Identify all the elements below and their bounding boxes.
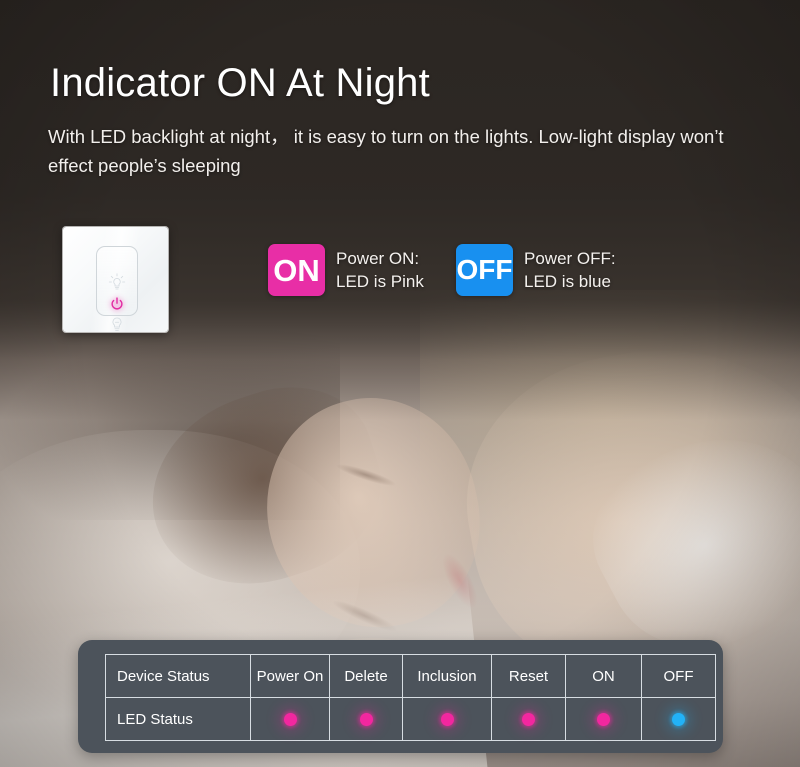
legend-off-line2: LED is blue bbox=[524, 272, 611, 291]
led-indicator-pink bbox=[597, 713, 610, 727]
table-row-led-status: LED Status bbox=[105, 697, 716, 741]
row-label-led-status: LED Status bbox=[105, 697, 251, 741]
status-table-card: Device Status Power On Delete Inclusion … bbox=[78, 640, 723, 753]
led-indicator-pink bbox=[283, 713, 297, 727]
legend-off-text: Power OFF: LED is blue bbox=[524, 247, 616, 293]
row-label-device-status: Device Status bbox=[105, 654, 251, 698]
legend-power-on: ON Power ON: LED is Pink bbox=[268, 244, 424, 296]
light-switch-panel bbox=[63, 227, 168, 332]
bulb-on-icon bbox=[108, 273, 126, 293]
led-indicator-pink bbox=[522, 713, 535, 727]
table-row-device-status: Device Status Power On Delete Inclusion … bbox=[105, 654, 716, 698]
badge-on: ON bbox=[268, 244, 325, 296]
column-header-on: ON bbox=[565, 654, 642, 698]
legend-on-line1: Power ON: bbox=[336, 249, 420, 268]
led-cell-power-on bbox=[250, 697, 330, 741]
led-status-table: Device Status Power On Delete Inclusion … bbox=[105, 654, 716, 741]
led-indicator-pink bbox=[359, 713, 373, 727]
column-header-reset: Reset bbox=[491, 654, 566, 698]
bulb-dim-icon bbox=[109, 314, 126, 332]
legend-on-text: Power ON: LED is Pink bbox=[336, 247, 424, 293]
led-cell-off bbox=[641, 697, 716, 741]
led-cell-inclusion bbox=[402, 697, 492, 741]
legend-power-off: OFF Power OFF: LED is blue bbox=[456, 244, 616, 296]
badge-off: OFF bbox=[456, 244, 513, 296]
column-header-power-on: Power On bbox=[250, 654, 330, 698]
led-cell-delete bbox=[329, 697, 403, 741]
column-header-delete: Delete bbox=[329, 654, 403, 698]
page-root: Indicator ON At Night With LED backlight… bbox=[0, 0, 800, 767]
legend-off-line1: Power OFF: bbox=[524, 249, 616, 268]
panel-touch-area[interactable] bbox=[96, 246, 138, 331]
column-header-off: OFF bbox=[641, 654, 716, 698]
power-icon bbox=[111, 297, 124, 310]
page-title: Indicator ON At Night bbox=[50, 61, 430, 105]
led-indicator-blue bbox=[672, 713, 685, 727]
led-indicator-pink bbox=[440, 713, 454, 727]
column-header-inclusion: Inclusion bbox=[402, 654, 492, 698]
led-cell-reset bbox=[491, 697, 566, 741]
led-cell-on bbox=[565, 697, 642, 741]
page-subtitle: With LED backlight at night， it is easy … bbox=[48, 126, 724, 176]
legend-on-line2: LED is Pink bbox=[336, 272, 424, 291]
